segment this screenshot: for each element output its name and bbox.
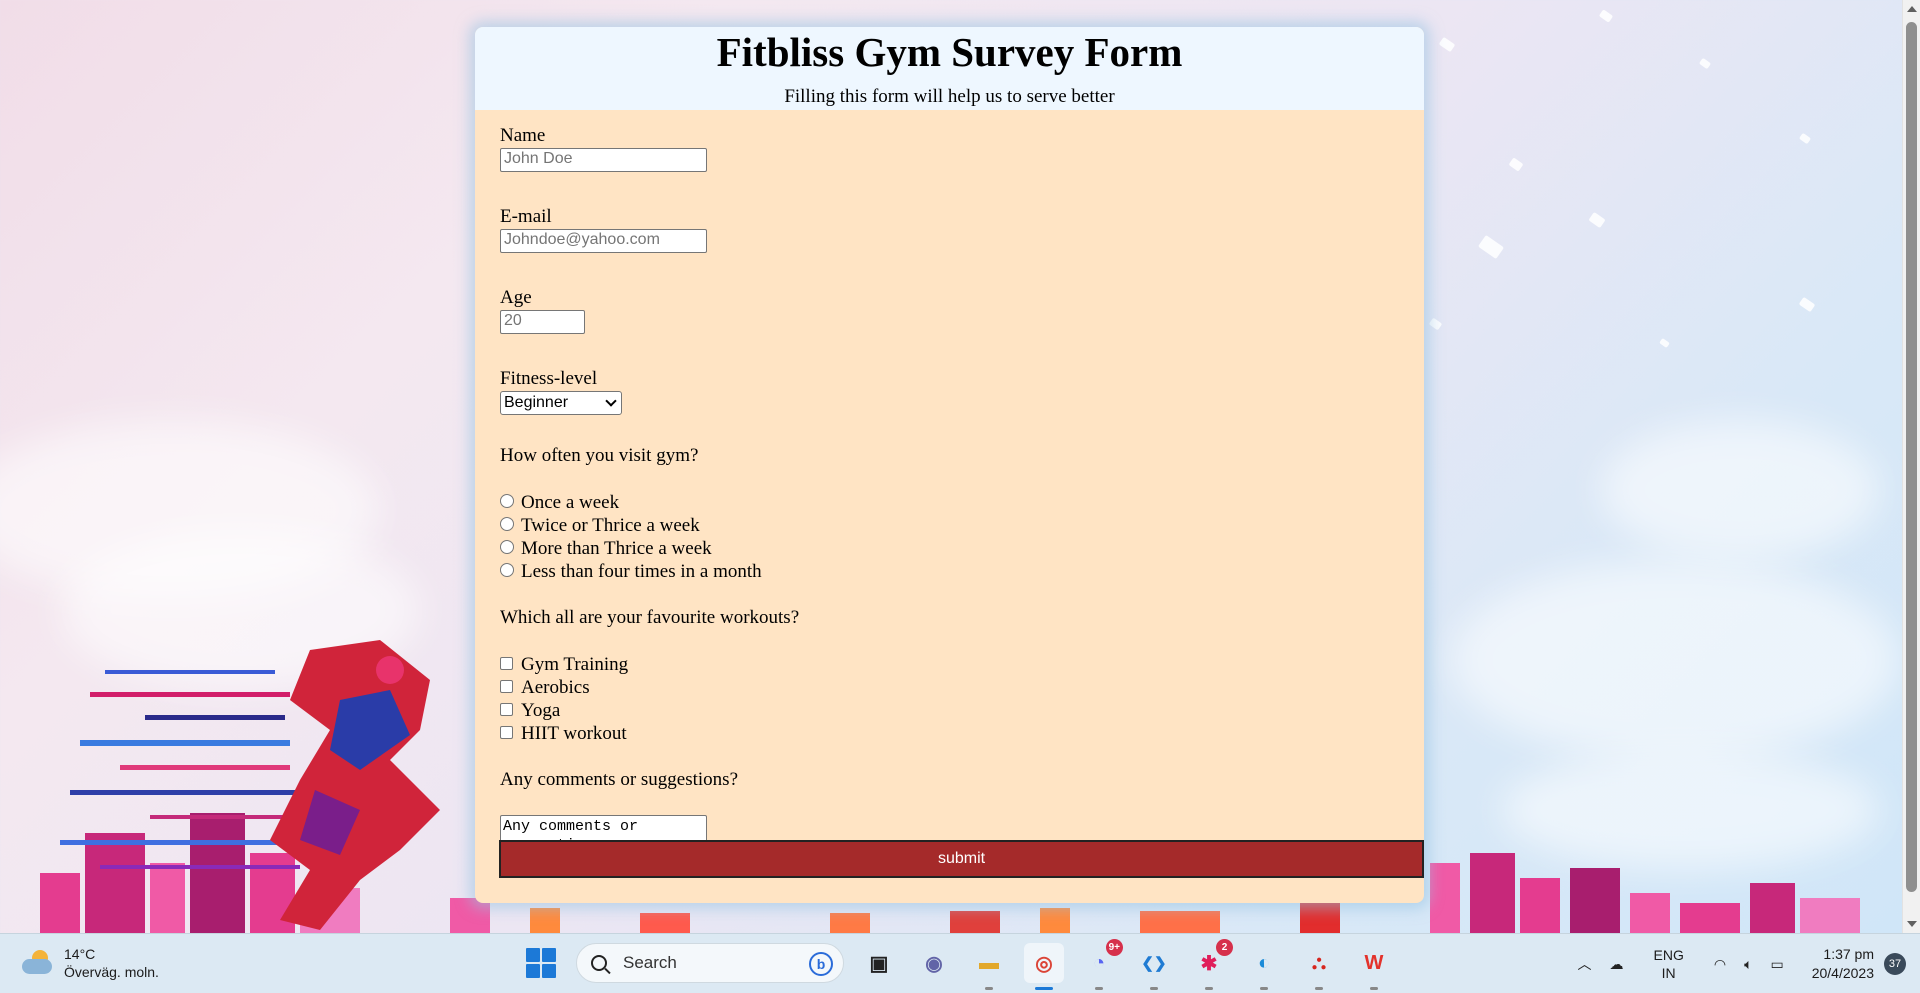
- visit-option[interactable]: More than Thrice a week: [500, 537, 1424, 560]
- survey-form: Fitbliss Gym Survey Form Filling this fo…: [475, 27, 1424, 903]
- visit-question: How often you visit gym?: [500, 445, 699, 466]
- windows-start-icon[interactable]: [526, 948, 556, 978]
- runner-artwork: [60, 640, 440, 930]
- comments-question: Any comments or suggestions?: [500, 769, 739, 790]
- lang-bottom: IN: [1661, 965, 1676, 981]
- workout-option[interactable]: Gym Training: [500, 653, 1424, 676]
- chevron-down-icon: [605, 395, 617, 407]
- age-input[interactable]: 20: [500, 310, 585, 334]
- lang-top: ENG: [1653, 947, 1684, 963]
- acrobat-icon[interactable]: ⛬: [1299, 943, 1339, 990]
- task-view-icon[interactable]: ▣: [859, 943, 899, 983]
- visit-option-label: Less than four times in a month: [521, 560, 762, 582]
- workout-option-label: Yoga: [521, 699, 561, 721]
- checkbox[interactable]: [500, 679, 513, 693]
- edge-icon[interactable]: ◐: [1244, 943, 1284, 990]
- system-tray: ︿ ☁ ENG IN ◠ 🔈︎ ▭ 1:37 pm 20/4/2023 37: [1578, 934, 1920, 993]
- visit-option[interactable]: Less than four times in a month: [500, 560, 1424, 583]
- name-label: Name: [500, 125, 546, 146]
- vscode-icon[interactable]: ❮❯: [1134, 943, 1174, 990]
- checkbox[interactable]: [500, 725, 513, 739]
- scroll-thumb[interactable]: [1906, 22, 1917, 892]
- checkbox[interactable]: [500, 656, 513, 670]
- notification-badge[interactable]: 37: [1884, 953, 1906, 975]
- visit-option[interactable]: Twice or Thrice a week: [500, 514, 1424, 537]
- wps-icon[interactable]: W: [1354, 943, 1394, 990]
- age-label: Age: [500, 287, 532, 308]
- fitness-level-value: Beginner: [504, 394, 569, 411]
- clock-date: 20/4/2023: [1811, 965, 1874, 981]
- partly-cloudy-icon: [20, 950, 54, 976]
- scroll-up-arrow-icon[interactable]: [1907, 6, 1917, 12]
- weather-widget[interactable]: 14°C Överväg. moln.: [20, 945, 159, 981]
- workout-option-label: HIIT workout: [521, 722, 627, 744]
- form-header: Fitbliss Gym Survey Form Filling this fo…: [475, 27, 1424, 110]
- workout-option[interactable]: Aerobics: [500, 676, 1424, 699]
- form-description: Filling this form will help us to serve …: [784, 86, 1115, 107]
- clock-time: 1:37 pm: [1823, 946, 1874, 962]
- discord-icon[interactable]: ◔ 9+: [1079, 939, 1123, 990]
- battery-icon[interactable]: ▭: [1770, 956, 1783, 973]
- form-body: Name John Doe E-mail Johndoe@yahoo.com A…: [475, 110, 1424, 855]
- chevron-up-icon[interactable]: ︿: [1578, 954, 1592, 974]
- weather-temperature: 14°C: [64, 946, 96, 962]
- taskbar-search[interactable]: Search b: [576, 943, 844, 983]
- discord-badge: 9+: [1105, 939, 1123, 956]
- taskbar: 14°C Överväg. moln. Search b ▣ ◉ ▬ ◎ ◔ 9+…: [0, 933, 1920, 993]
- workout-option-label: Aerobics: [521, 676, 590, 698]
- chrome-icon[interactable]: ◎: [1024, 943, 1064, 990]
- fitness-level-label: Fitness-level: [500, 368, 598, 389]
- scroll-down-arrow-icon[interactable]: [1907, 921, 1917, 927]
- workout-option[interactable]: Yoga: [500, 699, 1424, 722]
- workout-option[interactable]: HIIT workout: [500, 722, 1424, 745]
- submit-button[interactable]: submit: [499, 840, 1424, 878]
- clock[interactable]: 1:37 pm 20/4/2023: [1812, 945, 1874, 983]
- email-input[interactable]: Johndoe@yahoo.com: [500, 229, 707, 253]
- radio-button[interactable]: [500, 494, 514, 508]
- checkbox[interactable]: [500, 702, 513, 716]
- email-label: E-mail: [500, 206, 552, 227]
- file-explorer-icon[interactable]: ▬: [969, 943, 1009, 990]
- bing-icon[interactable]: b: [809, 952, 833, 976]
- workouts-question: Which all are your favourite workouts?: [500, 607, 800, 628]
- search-icon: [591, 955, 607, 971]
- visit-option-label: Once a week: [521, 491, 620, 513]
- volume-icon[interactable]: 🔈︎: [1744, 956, 1752, 973]
- weather-condition: Överväg. moln.: [64, 964, 159, 980]
- wifi-icon[interactable]: ◠: [1714, 956, 1726, 973]
- page-title: Fitbliss Gym Survey Form: [716, 29, 1183, 75]
- radio-button[interactable]: [500, 563, 514, 577]
- slack-badge: 2: [1216, 939, 1233, 956]
- visit-option[interactable]: Once a week: [500, 491, 1424, 514]
- language-indicator[interactable]: ENG IN: [1654, 946, 1684, 982]
- search-label: Search: [623, 953, 677, 972]
- fitness-level-select[interactable]: Beginner: [500, 391, 622, 415]
- visit-option-label: Twice or Thrice a week: [521, 514, 700, 536]
- teams-icon[interactable]: ◉: [914, 943, 954, 983]
- page-scrollbar[interactable]: [1902, 0, 1920, 933]
- name-input[interactable]: John Doe: [500, 148, 707, 172]
- taskbar-center: Search b ▣ ◉ ▬ ◎ ◔ 9+ ❮❯ ✱ 2 ◐ ⛬ W: [526, 939, 1394, 990]
- slack-icon[interactable]: ✱ 2: [1189, 939, 1233, 990]
- radio-button[interactable]: [500, 540, 514, 554]
- radio-button[interactable]: [500, 517, 514, 531]
- workout-option-label: Gym Training: [521, 653, 629, 675]
- onedrive-icon[interactable]: ☁: [1610, 956, 1624, 973]
- visit-option-label: More than Thrice a week: [521, 537, 712, 559]
